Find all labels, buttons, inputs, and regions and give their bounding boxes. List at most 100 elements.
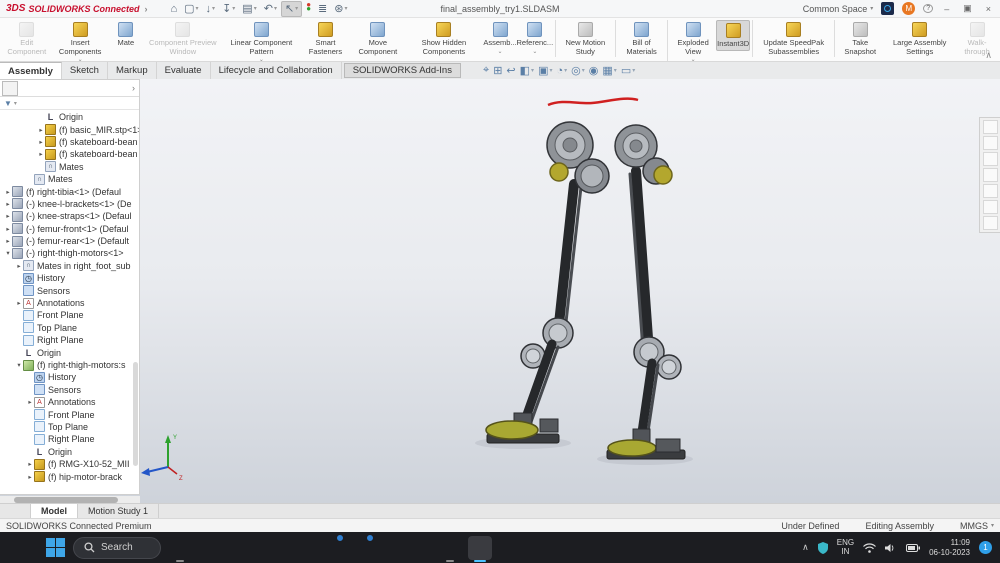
smart-fasteners-button[interactable]: Smart Fasteners	[300, 20, 351, 57]
tab-evaluate[interactable]: Evaluate	[157, 62, 211, 79]
clock[interactable]: 11:09 06-10-2023	[929, 538, 970, 557]
featuremanager-tree-tab[interactable]	[2, 81, 18, 96]
previous-view-icon[interactable]: ↩	[506, 64, 515, 77]
expand-arrow-icon[interactable]: ▸	[4, 212, 12, 220]
exploded-view-button[interactable]: Exploded View ⌄	[667, 20, 716, 62]
expand-arrow-icon[interactable]: ▸	[15, 262, 23, 270]
new-motion-study-button[interactable]: New Motion Study	[555, 20, 613, 57]
expand-arrow-icon[interactable]: ▸	[15, 299, 23, 307]
panel-flyout-arrow[interactable]: ›	[132, 83, 139, 93]
tab-markup[interactable]: Markup	[108, 62, 157, 79]
expand-arrow-icon[interactable]: ▸	[37, 150, 45, 158]
right-leg-assembly[interactable]	[607, 125, 685, 459]
solidworks-resources-icon[interactable]	[983, 216, 998, 230]
expand-arrow-icon[interactable]: ▸	[4, 200, 12, 208]
linear-component-pattern-button[interactable]: Linear Component Pattern ⌄	[223, 20, 300, 62]
move-component-button[interactable]: Move Component	[351, 20, 405, 57]
view-palette-icon[interactable]	[983, 168, 998, 182]
tree-item-femur-rear[interactable]: ▸ (-) femur-rear<1> (Default	[0, 235, 139, 247]
dimxpertmanager-tab[interactable]	[53, 81, 69, 96]
wifi-icon[interactable]	[863, 543, 876, 553]
tree-item-right-plane[interactable]: Right Plane	[0, 334, 139, 346]
tree-item-mates-in-right-foot[interactable]: ▸ Mates in right_foot_sub	[0, 260, 139, 272]
tab-lifecycle-and-collaboration[interactable]: Lifecycle and Collaboration	[211, 62, 342, 79]
expand-arrow-icon[interactable]: ▸	[37, 126, 45, 134]
undo-icon[interactable]: ↶ ▾	[261, 1, 280, 17]
notification-count-badge[interactable]: 1	[979, 541, 992, 554]
battery-icon[interactable]	[906, 544, 920, 552]
lightning-app-icon[interactable]	[378, 536, 402, 560]
take-snapshot-button[interactable]: Take Snapshot	[834, 20, 883, 57]
assembly-features-button[interactable]: Assemb... ⌄	[483, 20, 517, 57]
expand-arrow-icon[interactable]: ▸	[26, 460, 34, 468]
tree-item-rmg-x10[interactable]: ▸ (f) RMG-X10-52_MII	[0, 458, 139, 470]
insert-components-button[interactable]: Insert Components ⌄	[52, 20, 109, 62]
update-speedpak-subassemblies-button[interactable]: Update SpeedPak Subassemblies	[752, 20, 832, 57]
tree-item-front-plane-2[interactable]: Front Plane	[0, 408, 139, 420]
minimize-button[interactable]: –	[941, 4, 952, 14]
hide-show-items-icon[interactable]: ◎ ▾	[571, 64, 585, 77]
expand-arrow-icon[interactable]: ▸	[4, 225, 12, 233]
tree-item-origin-3[interactable]: Origin	[0, 446, 139, 458]
steam-icon[interactable]	[198, 536, 222, 560]
whatsapp-icon[interactable]	[318, 536, 342, 560]
save-icon[interactable]: ↧ ▾	[219, 1, 238, 17]
units-selector[interactable]: MMGS ▾	[960, 521, 994, 531]
brand-expand-icon[interactable]: ›	[144, 4, 147, 14]
graphics-area[interactable]: Y X Z › ▼ ▾	[0, 79, 1000, 518]
tree-item-annotations[interactable]: ▸ Annotations	[0, 297, 139, 309]
configurationmanager-tab[interactable]	[36, 81, 52, 96]
hidden-icons-chevron[interactable]: ∧	[802, 542, 809, 553]
red-cad-app-icon[interactable]	[408, 536, 432, 560]
tree-item-sensors-2[interactable]: Sensors	[0, 384, 139, 396]
3dexperience-compass-icon[interactable]	[881, 2, 894, 15]
model-tab[interactable]: Model	[30, 504, 78, 518]
zoom-to-fit-icon[interactable]: ⌖	[483, 64, 489, 77]
open-icon[interactable]: ↓ ▾	[203, 1, 219, 17]
propertymanager-tab[interactable]	[19, 81, 35, 96]
taskbar-search-input[interactable]: Search	[73, 537, 161, 559]
print-icon[interactable]: ▤ ▾	[239, 1, 259, 17]
view-settings-icon[interactable]: ▭ ▾	[621, 64, 635, 77]
instant3d-button[interactable]: Instant3D	[716, 20, 750, 51]
tree-item-origin-2[interactable]: Origin	[0, 346, 139, 358]
brave-browser-icon[interactable]	[348, 536, 372, 560]
select-cursor-icon[interactable]: ↖ ▾	[281, 1, 302, 17]
markup-scribble[interactable]	[548, 99, 638, 105]
tab-sketch[interactable]: Sketch	[62, 62, 108, 79]
tree-filter[interactable]: ▼ ▾	[0, 97, 139, 110]
tree-item-right-plane-2[interactable]: Right Plane	[0, 433, 139, 445]
edit-appearance-icon[interactable]: ◉	[589, 64, 599, 77]
tab-solidworks-add-ins[interactable]: SOLIDWORKS Add-Ins	[344, 63, 461, 78]
tree-item-mates[interactable]: Mates	[0, 173, 139, 185]
zoom-to-area-icon[interactable]: ⊞	[493, 64, 502, 77]
discord-icon[interactable]	[288, 536, 312, 560]
display-style-icon[interactable]: ◔ ▾	[556, 65, 567, 77]
user-avatar[interactable]: M	[902, 2, 915, 15]
motion-study-tab[interactable]: Motion Study 1	[78, 504, 159, 518]
security-shield-icon[interactable]	[818, 542, 828, 554]
tree-item-right-tibia[interactable]: ▸ (f) right-tibia<1> (Defaul	[0, 185, 139, 197]
view-orientation-icon[interactable]: ▣ ▾	[538, 64, 552, 77]
mate-button[interactable]: Mate	[109, 20, 143, 49]
rebuild-traffic-light-icon[interactable]: ●	[303, 1, 314, 17]
custom-properties-icon[interactable]	[983, 200, 998, 214]
expand-arrow-icon[interactable]: ▾	[15, 361, 23, 369]
tree-item-sensors[interactable]: Sensors	[0, 284, 139, 296]
left-leg-assembly[interactable]	[486, 122, 609, 443]
expand-arrow-icon[interactable]: ▸	[26, 398, 34, 406]
reference-geometry-button[interactable]: Referenc... ⌄	[517, 20, 553, 57]
edit-component-button[interactable]: Edit Component	[2, 20, 52, 57]
close-button[interactable]: ×	[983, 4, 994, 14]
tree-item-front-plane[interactable]: Front Plane	[0, 309, 139, 321]
language-indicator[interactable]: ENG IN	[837, 539, 854, 557]
tree-item-right-thigh-motors[interactable]: ▾ (-) right-thigh-motors<1>	[0, 247, 139, 259]
file-explorer-icon[interactable]	[168, 536, 192, 560]
expand-arrow-icon[interactable]: ▾	[4, 249, 12, 257]
design-library-icon[interactable]	[983, 136, 998, 150]
file-explorer-pane-icon[interactable]	[983, 152, 998, 166]
tree-item-top-plane[interactable]: Top Plane	[0, 322, 139, 334]
tree-item-femur-front[interactable]: ▸ (-) femur-front<1> (Defaul	[0, 223, 139, 235]
3dexperience-home-icon[interactable]	[983, 120, 998, 134]
tree-item-history-2[interactable]: History	[0, 371, 139, 383]
